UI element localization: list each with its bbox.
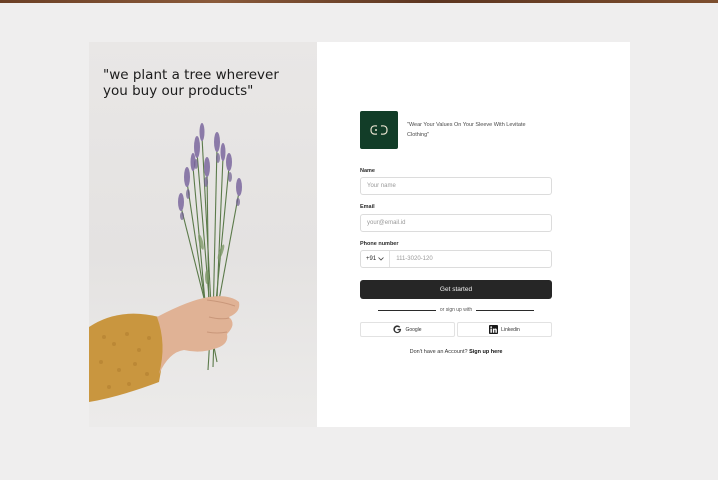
country-code-select[interactable]: +91 <box>361 251 391 267</box>
name-label: Name <box>360 168 375 174</box>
email-label: Email <box>360 204 375 210</box>
email-input[interactable]: your@email.id <box>360 214 552 232</box>
hero-quote: "we plant a tree wherever you buy our pr… <box>103 67 279 99</box>
get-started-button[interactable]: Get started <box>360 280 552 299</box>
lavender-bouquet-illustration <box>89 123 242 402</box>
linkedin-icon <box>489 325 499 334</box>
signup-card: "we plant a tree wherever you buy our pr… <box>89 42 630 427</box>
top-decorative-strip <box>0 0 718 3</box>
phone-input[interactable]: 111-3020-120 <box>390 256 432 262</box>
signup-link[interactable]: Sign up here <box>469 349 502 355</box>
brand-header: "Wear Your Values On Your Sleeve With Le… <box>360 111 547 149</box>
divider-line-right <box>476 309 534 311</box>
hero-panel: "we plant a tree wherever you buy our pr… <box>89 42 317 427</box>
divider-line-left <box>378 309 436 311</box>
linkedin-label: Linkedin <box>501 326 520 333</box>
social-divider: or sign up with <box>378 307 534 313</box>
phone-field: +91 111-3020-120 <box>360 250 552 268</box>
leaf-logo-icon <box>360 111 398 149</box>
name-input[interactable]: Your name <box>360 177 552 195</box>
phone-label: Phone number <box>360 241 399 247</box>
chevron-down-icon <box>378 257 384 261</box>
country-code-value: +91 <box>366 256 377 262</box>
signup-prompt: Don't have an Account? Sign up here <box>360 349 552 355</box>
divider-text: or sign up with <box>439 307 473 313</box>
linkedin-signin-button[interactable]: Linkedin <box>457 322 552 337</box>
google-label: Google <box>405 326 422 333</box>
brand-tagline: "Wear Your Values On Your Sleeve With Le… <box>407 122 526 138</box>
signup-prompt-text: Don't have an Account? <box>409 349 468 355</box>
google-signin-button[interactable]: Google <box>360 322 455 337</box>
form-panel: "Wear Your Values On Your Sleeve With Le… <box>317 42 630 427</box>
google-icon <box>393 325 402 334</box>
